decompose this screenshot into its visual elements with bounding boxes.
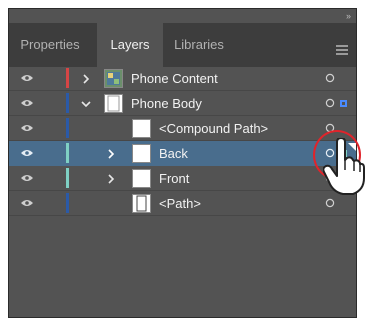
eye-icon[interactable] xyxy=(21,149,33,157)
layer-color-bar xyxy=(66,143,69,163)
layer-row-phone-body[interactable]: Phone Body xyxy=(9,91,356,116)
layer-color-bar xyxy=(66,118,69,138)
tab-properties[interactable]: Properties xyxy=(9,23,91,67)
chevron-right-icon[interactable] xyxy=(106,149,116,159)
layer-row-compound-path[interactable]: <Compound Path> xyxy=(9,116,356,141)
layer-color-bar xyxy=(66,93,69,113)
front-thumbnail xyxy=(132,169,151,188)
phone-body-thumbnail xyxy=(104,94,123,113)
panel-menu-icon[interactable] xyxy=(336,45,348,55)
path-thumbnail xyxy=(132,194,151,213)
collapse-icon[interactable]: ›› xyxy=(346,11,351,21)
compound-path-thumbnail xyxy=(132,119,151,138)
eye-icon[interactable] xyxy=(21,174,33,182)
layer-row-front[interactable]: Front xyxy=(9,166,356,191)
chevron-right-icon[interactable] xyxy=(106,174,116,184)
layer-row-back[interactable]: Back xyxy=(9,141,356,166)
pointer-hand-icon xyxy=(323,138,365,195)
layer-row-path[interactable]: <Path> xyxy=(9,191,356,216)
layers-panel: ›› Properties Layers Libraries Phone Con… xyxy=(8,8,357,318)
chevron-down-icon[interactable] xyxy=(81,99,91,109)
phone-content-thumbnail xyxy=(104,69,123,88)
eye-icon[interactable] xyxy=(21,199,33,207)
eye-icon[interactable] xyxy=(21,74,33,82)
layer-color-bar xyxy=(66,193,69,213)
eye-icon[interactable] xyxy=(21,99,33,107)
layer-name: Phone Body xyxy=(131,96,202,111)
tab-bar: Properties Layers Libraries xyxy=(9,23,356,67)
layer-name: Back xyxy=(159,146,188,161)
selection-square-icon[interactable] xyxy=(340,100,347,107)
tab-libraries[interactable]: Libraries xyxy=(163,23,235,67)
target-circle-icon[interactable] xyxy=(325,198,335,208)
layer-name: Phone Content xyxy=(131,71,218,86)
divider xyxy=(9,215,356,216)
target-circle-icon[interactable] xyxy=(325,98,335,108)
target-circle-icon[interactable] xyxy=(325,73,335,83)
chevron-right-icon[interactable] xyxy=(81,74,91,84)
layer-row-phone-content[interactable]: Phone Content xyxy=(9,66,356,91)
eye-icon[interactable] xyxy=(21,124,33,132)
layer-name: Front xyxy=(159,171,190,186)
tab-layers[interactable]: Layers xyxy=(97,23,163,67)
back-thumbnail xyxy=(132,144,151,163)
layer-color-bar xyxy=(66,168,69,188)
layer-name: <Compound Path> xyxy=(159,121,269,136)
layer-color-bar xyxy=(66,68,69,88)
layer-name: <Path> xyxy=(159,196,201,211)
